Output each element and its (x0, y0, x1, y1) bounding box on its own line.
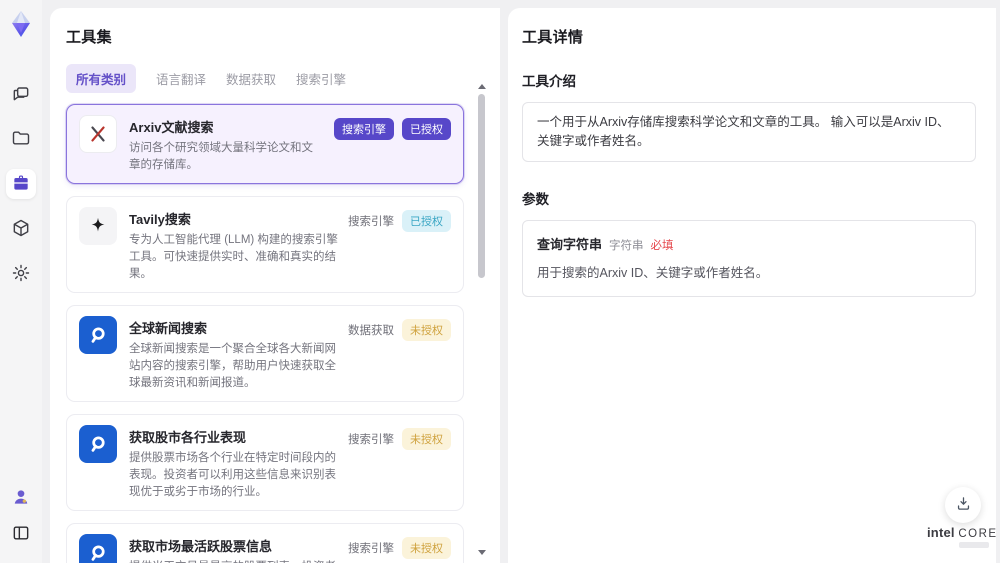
tool-list-panel: 工具集 所有类别 语言翻译 数据获取 搜索引擎 Arxiv文献搜索 访问各个研究… (50, 8, 500, 563)
parameter-description: 用于搜索的Arxiv ID、关键字或作者姓名。 (537, 265, 769, 280)
tool-auth-badge: 已授权 (402, 118, 451, 140)
sidebar-item-collapse[interactable] (6, 519, 36, 549)
page-title: 工具集 (66, 29, 112, 46)
avatar-icon (11, 487, 31, 510)
panel-icon (11, 523, 31, 546)
sidebar-nav (6, 79, 36, 289)
sidebar-item-settings[interactable] (6, 259, 36, 289)
tool-description: 提供股票市场各个行业在特定时间段内的表现。投资者可以利用这些信息来识别表现优于或… (129, 452, 336, 498)
tool-category-badge: 搜索引擎 (334, 118, 394, 140)
intel-sub-badge (959, 542, 989, 548)
tool-list-item[interactable]: Arxiv文献搜索 访问各个研究领域大量科学论文和文章的存储库。 搜索引擎 已授… (66, 104, 464, 185)
core-brand-text: CORE (958, 528, 998, 540)
intro-heading: 工具介绍 (522, 74, 576, 89)
tool-icon (79, 207, 117, 246)
tool-auth-badge: 未授权 (402, 537, 451, 560)
scroll-up-arrow[interactable] (477, 84, 486, 89)
intro-text-box: 一个用于从Arxiv存储库搜索科学论文和文章的工具。 输入可以是Arxiv ID… (522, 102, 976, 162)
briefcase-icon (11, 173, 31, 196)
tool-category-badge: 搜索引擎 (348, 543, 394, 556)
parameter-required-badge: 必填 (650, 239, 674, 252)
tool-icon (79, 534, 117, 563)
intel-brand-text: intel (927, 525, 955, 540)
tool-description: 全球新闻搜索是一个聚合全球各大新闻网站内容的搜索引擎，帮助用户快速获取全球最新资… (129, 343, 336, 389)
tool-description: 专为人工智能代理 (LLM) 构建的搜索引擎工具。可快速提供实时、准确和真实的结… (129, 234, 338, 280)
list-scrollbar (477, 84, 486, 555)
gear-icon (11, 263, 31, 286)
sidebar-item-files[interactable] (6, 124, 36, 154)
tool-description: 提供当天交易量最高的股票列表。投资者可以利用这些信息来识别流动性强的股票和潜在的… (129, 559, 338, 563)
category-tabs: 所有类别 语言翻译 数据获取 搜索引擎 (66, 64, 500, 93)
category-tab[interactable]: 语言翻译 (156, 64, 206, 93)
tool-badges: 搜索引擎 已授权 (334, 115, 451, 140)
scrollbar-thumb[interactable] (478, 94, 485, 278)
tool-badges: 搜索引擎 未授权 (348, 534, 451, 560)
download-button[interactable] (945, 487, 981, 523)
tool-list-item[interactable]: 全球新闻搜索 全球新闻搜索是一个聚合全球各大新闻网站内容的搜索引擎，帮助用户快速… (66, 305, 464, 403)
tool-category-badge: 数据获取 (348, 325, 394, 338)
tool-auth-badge: 已授权 (402, 210, 451, 233)
app-logo-icon (7, 9, 35, 39)
tool-badges: 搜索引擎 未授权 (348, 425, 451, 451)
params-heading: 参数 (522, 191, 549, 207)
tool-category-badge: 搜索引擎 (348, 216, 394, 229)
tool-name: Arxiv文献搜索 (129, 120, 214, 135)
intro-text: 一个用于从Arxiv存储库搜索科学论文和文章的工具。 输入可以是Arxiv ID… (537, 115, 950, 148)
cube-icon (11, 218, 31, 241)
tool-category-badge: 搜索引擎 (348, 434, 394, 447)
app-sidebar (0, 0, 42, 563)
sidebar-item-tools[interactable] (6, 169, 36, 199)
scroll-down-arrow[interactable] (477, 550, 486, 555)
category-tab[interactable]: 数据获取 (226, 64, 276, 93)
sidebar-item-packages[interactable] (6, 214, 36, 244)
parameter-type: 字符串 (609, 239, 644, 252)
tool-list-item[interactable]: 获取市场最活跃股票信息 提供当天交易量最高的股票列表。投资者可以利用这些信息来识… (66, 523, 464, 563)
tool-icon (79, 316, 117, 355)
category-tab[interactable]: 所有类别 (66, 64, 137, 93)
tool-name: 获取股市各行业表现 (129, 430, 247, 446)
tool-name: Tavily搜索 (129, 212, 191, 228)
tool-list-item[interactable]: Tavily搜索 专为人工智能代理 (LLM) 构建的搜索引擎工具。可快速提供实… (66, 196, 464, 294)
download-icon (955, 495, 972, 515)
tool-badges: 搜索引擎 已授权 (348, 207, 451, 233)
intel-core-logo: intel CORE (927, 525, 996, 548)
tool-auth-badge: 未授权 (402, 319, 451, 342)
chat-icon (11, 83, 31, 106)
tool-auth-badge: 未授权 (402, 428, 451, 451)
tool-icon (79, 425, 117, 464)
tool-badges: 数据获取 未授权 (348, 316, 451, 342)
tool-list: Arxiv文献搜索 访问各个研究领域大量科学论文和文章的存储库。 搜索引擎 已授… (66, 104, 500, 563)
tool-name: 获取市场最活跃股票信息 (129, 539, 273, 555)
folder-icon (11, 128, 31, 151)
sidebar-item-profile[interactable] (6, 483, 36, 513)
tool-description: 访问各个研究领域大量科学论文和文章的存储库。 (129, 142, 313, 171)
sidebar-item-chat[interactable] (6, 79, 36, 109)
tool-name: 全球新闻搜索 (129, 321, 208, 337)
category-tab[interactable]: 搜索引擎 (296, 64, 346, 93)
details-title: 工具详情 (522, 29, 584, 46)
tool-icon (79, 115, 117, 153)
tool-list-item[interactable]: 获取股市各行业表现 提供股票市场各个行业在特定时间段内的表现。投资者可以利用这些… (66, 414, 464, 512)
tool-details-panel: 工具详情 工具介绍 一个用于从Arxiv存储库搜索科学论文和文章的工具。 输入可… (508, 8, 996, 563)
parameter-name: 查询字符串 (537, 236, 603, 252)
parameter-item: 查询字符串 字符串 必填 用于搜索的Arxiv ID、关键字或作者姓名。 (522, 219, 976, 297)
